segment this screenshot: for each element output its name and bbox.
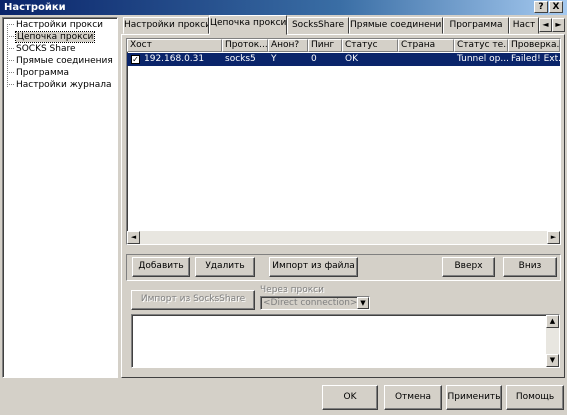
column-header-tunnel-status[interactable]: Статус те... <box>454 39 508 52</box>
chevron-down-icon[interactable]: ▼ <box>357 297 369 309</box>
tab-proxy-settings[interactable]: Настройки прокси <box>123 17 209 34</box>
cell-ping: 0 <box>311 54 317 64</box>
cancel-button[interactable]: Отмена <box>384 385 442 410</box>
via-proxy-value: <Direct connection> <box>263 298 358 308</box>
tree-item-proxy-chain[interactable]: Цепочка прокси <box>7 31 96 43</box>
column-header-protocol[interactable]: Проток... <box>222 39 268 52</box>
help-title-button[interactable]: ? <box>534 1 548 13</box>
remove-button[interactable]: Удалить <box>195 257 255 277</box>
cell-check: Failed! Ext... <box>511 54 560 64</box>
column-header-status[interactable]: Статус <box>342 39 398 52</box>
help-button[interactable]: Помощь <box>506 385 564 410</box>
tree-item-label: SOCKS Share <box>16 44 76 54</box>
scroll-right-icon[interactable]: ► <box>547 231 560 244</box>
cell-protocol: socks5 <box>225 54 256 64</box>
tab-program[interactable]: Программа <box>443 17 509 34</box>
tree-item-label: Прямые соединения <box>16 56 113 66</box>
scroll-down-icon[interactable]: ▼ <box>546 354 559 367</box>
move-down-button[interactable]: Вниз <box>503 257 557 277</box>
tree-item-program[interactable]: Программа <box>7 67 69 79</box>
settings-tree[interactable]: Настройки прокси Цепочка прокси SOCKS Sh… <box>2 17 118 378</box>
apply-button[interactable]: Применить <box>446 385 502 410</box>
tree-item-proxy-settings[interactable]: Настройки прокси <box>7 19 103 31</box>
tab-proxy-chain[interactable]: Цепочка прокси <box>209 15 287 35</box>
memo-vertical-scrollbar[interactable]: ▲ ▼ <box>546 315 559 367</box>
add-button[interactable]: Добавить <box>132 257 190 277</box>
cell-host: 192.168.0.31 <box>144 54 205 64</box>
grid-horizontal-scrollbar[interactable]: ◄ ► <box>127 231 560 244</box>
column-header-anon[interactable]: Анон? <box>268 39 308 52</box>
column-header-check[interactable]: Проверка... <box>508 39 560 52</box>
proxy-log-memo[interactable]: ▲ ▼ <box>131 314 560 368</box>
scroll-left-icon[interactable]: ◄ <box>127 231 140 244</box>
proxy-grid[interactable]: Хост Проток... Анон? Пинг Статус Страна … <box>126 38 561 245</box>
column-header-host[interactable]: Хост <box>127 39 222 52</box>
tree-item-label: Цепочка прокси <box>14 31 96 43</box>
cell-tunnel-status: Tunnel op... <box>457 54 508 64</box>
table-row[interactable]: ✓ 192.168.0.31 socks5 Y 0 OK Tunnel op..… <box>127 53 560 66</box>
tab-direct-connections[interactable]: Прямые соединения <box>349 17 443 34</box>
tree-item-label: Настройки прокси <box>16 20 104 30</box>
ok-button[interactable]: OK <box>322 385 378 410</box>
via-proxy-select[interactable]: <Direct connection> ▼ <box>260 296 370 310</box>
cell-anon: Y <box>271 54 277 64</box>
tab-socks-share[interactable]: SocksShare <box>287 17 349 34</box>
via-proxy-label: Через прокси <box>260 285 324 295</box>
move-up-button[interactable]: Вверх <box>442 257 495 277</box>
cell-status: OK <box>345 54 358 64</box>
import-file-button[interactable]: Импорт из файла <box>269 257 358 277</box>
tree-item-label: Программа <box>16 68 70 78</box>
tree-item-log-settings[interactable]: Настройки журнала <box>7 79 112 91</box>
column-header-ping[interactable]: Пинг <box>308 39 342 52</box>
scroll-up-icon[interactable]: ▲ <box>546 315 559 328</box>
tab-scroll-right-button[interactable]: ► <box>552 18 565 32</box>
column-header-country[interactable]: Страна <box>398 39 454 52</box>
tab-strip: Настройки прокси Цепочка прокси SocksSha… <box>121 15 567 35</box>
title-bar: Настройки ? X <box>0 0 567 15</box>
tree-item-label: Настройки журнала <box>16 80 112 90</box>
window-title: Настройки <box>4 2 66 13</box>
close-title-button[interactable]: X <box>549 1 563 13</box>
import-socksshare-button[interactable]: Импорт из SocksShare <box>131 290 255 310</box>
row-checkbox[interactable]: ✓ <box>131 55 140 64</box>
tree-item-direct-connections[interactable]: Прямые соединения <box>7 55 113 67</box>
tree-item-socks-share[interactable]: SOCKS Share <box>7 43 76 55</box>
cell-country <box>398 53 454 66</box>
tab-scroll-left-button[interactable]: ◄ <box>539 18 552 32</box>
proxy-chain-panel: Хост Проток... Анон? Пинг Статус Страна … <box>121 34 565 378</box>
tab-log-settings[interactable]: Наст <box>509 17 539 34</box>
